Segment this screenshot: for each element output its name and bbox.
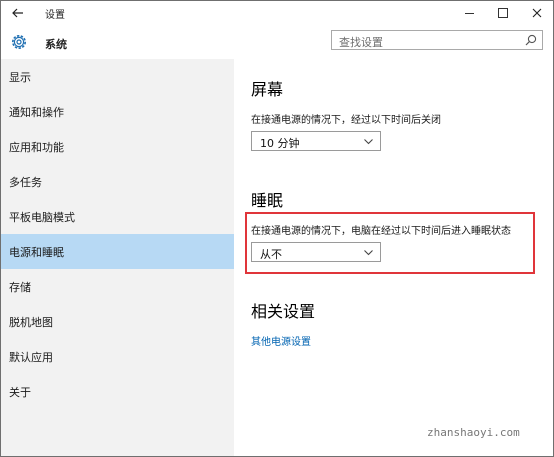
related-settings-title: 相关设置 [251,302,316,321]
sleep-timeout-dropdown[interactable]: 从不 [251,242,381,262]
screen-timeout-value: 10 分钟 [260,137,300,150]
sidebar-item-display[interactable]: 显示 [1,59,234,94]
search-placeholder: 查找设置 [339,36,383,49]
screen-section-title: 屏幕 [251,80,284,99]
close-button[interactable] [520,1,553,25]
sidebar-item-apps[interactable]: 应用和功能 [1,129,234,164]
sleep-description: 在接通电源的情况下，电脑在经过以下时间后进入睡眠状态 [251,226,511,237]
settings-window: 设置 系统 查找设置 显示 通知和操作 应用和功能 多任务 平板电脑模式 电源和… [0,0,554,457]
title-bar: 设置 [1,1,553,25]
sidebar-item-about[interactable]: 关于 [1,374,234,409]
sidebar-item-power-sleep[interactable]: 电源和睡眠 [1,234,234,269]
sidebar-item-tablet-mode[interactable]: 平板电脑模式 [1,199,234,234]
back-arrow-icon [12,8,23,18]
maximize-icon [498,8,508,18]
gear-icon [12,35,26,49]
sleep-section-title: 睡眠 [251,191,284,210]
sidebar: 显示 通知和操作 应用和功能 多任务 平板电脑模式 电源和睡眠 存储 脱机地图 … [1,59,234,456]
sidebar-item-default-apps[interactable]: 默认应用 [1,339,234,374]
minimize-button[interactable] [452,1,486,25]
search-input[interactable]: 查找设置 [331,30,543,50]
close-icon [532,8,542,18]
search-icon[interactable] [525,34,537,46]
sidebar-item-storage[interactable]: 存储 [1,269,234,304]
minimize-icon [464,12,474,14]
sleep-timeout-value: 从不 [260,248,282,261]
sidebar-item-notifications[interactable]: 通知和操作 [1,94,234,129]
screen-description: 在接通电源的情况下，经过以下时间后关闭 [251,115,441,126]
page-title: 系统 [45,38,67,51]
chevron-down-icon [364,139,373,145]
sidebar-item-offline-maps[interactable]: 脱机地图 [1,304,234,339]
maximize-button[interactable] [486,1,520,25]
additional-power-settings-link[interactable]: 其他电源设置 [251,333,311,348]
chevron-down-icon [364,250,373,256]
watermark-text: zhanshaoyi.com [427,426,520,439]
screen-timeout-dropdown[interactable]: 10 分钟 [251,131,381,151]
main-content: 屏幕 在接通电源的情况下，经过以下时间后关闭 10 分钟 睡眠 在接通电源的情况… [234,59,553,456]
window-title: 设置 [45,10,65,21]
page-header: 系统 查找设置 [1,25,553,59]
back-button[interactable] [1,1,35,25]
sidebar-item-multitasking[interactable]: 多任务 [1,164,234,199]
